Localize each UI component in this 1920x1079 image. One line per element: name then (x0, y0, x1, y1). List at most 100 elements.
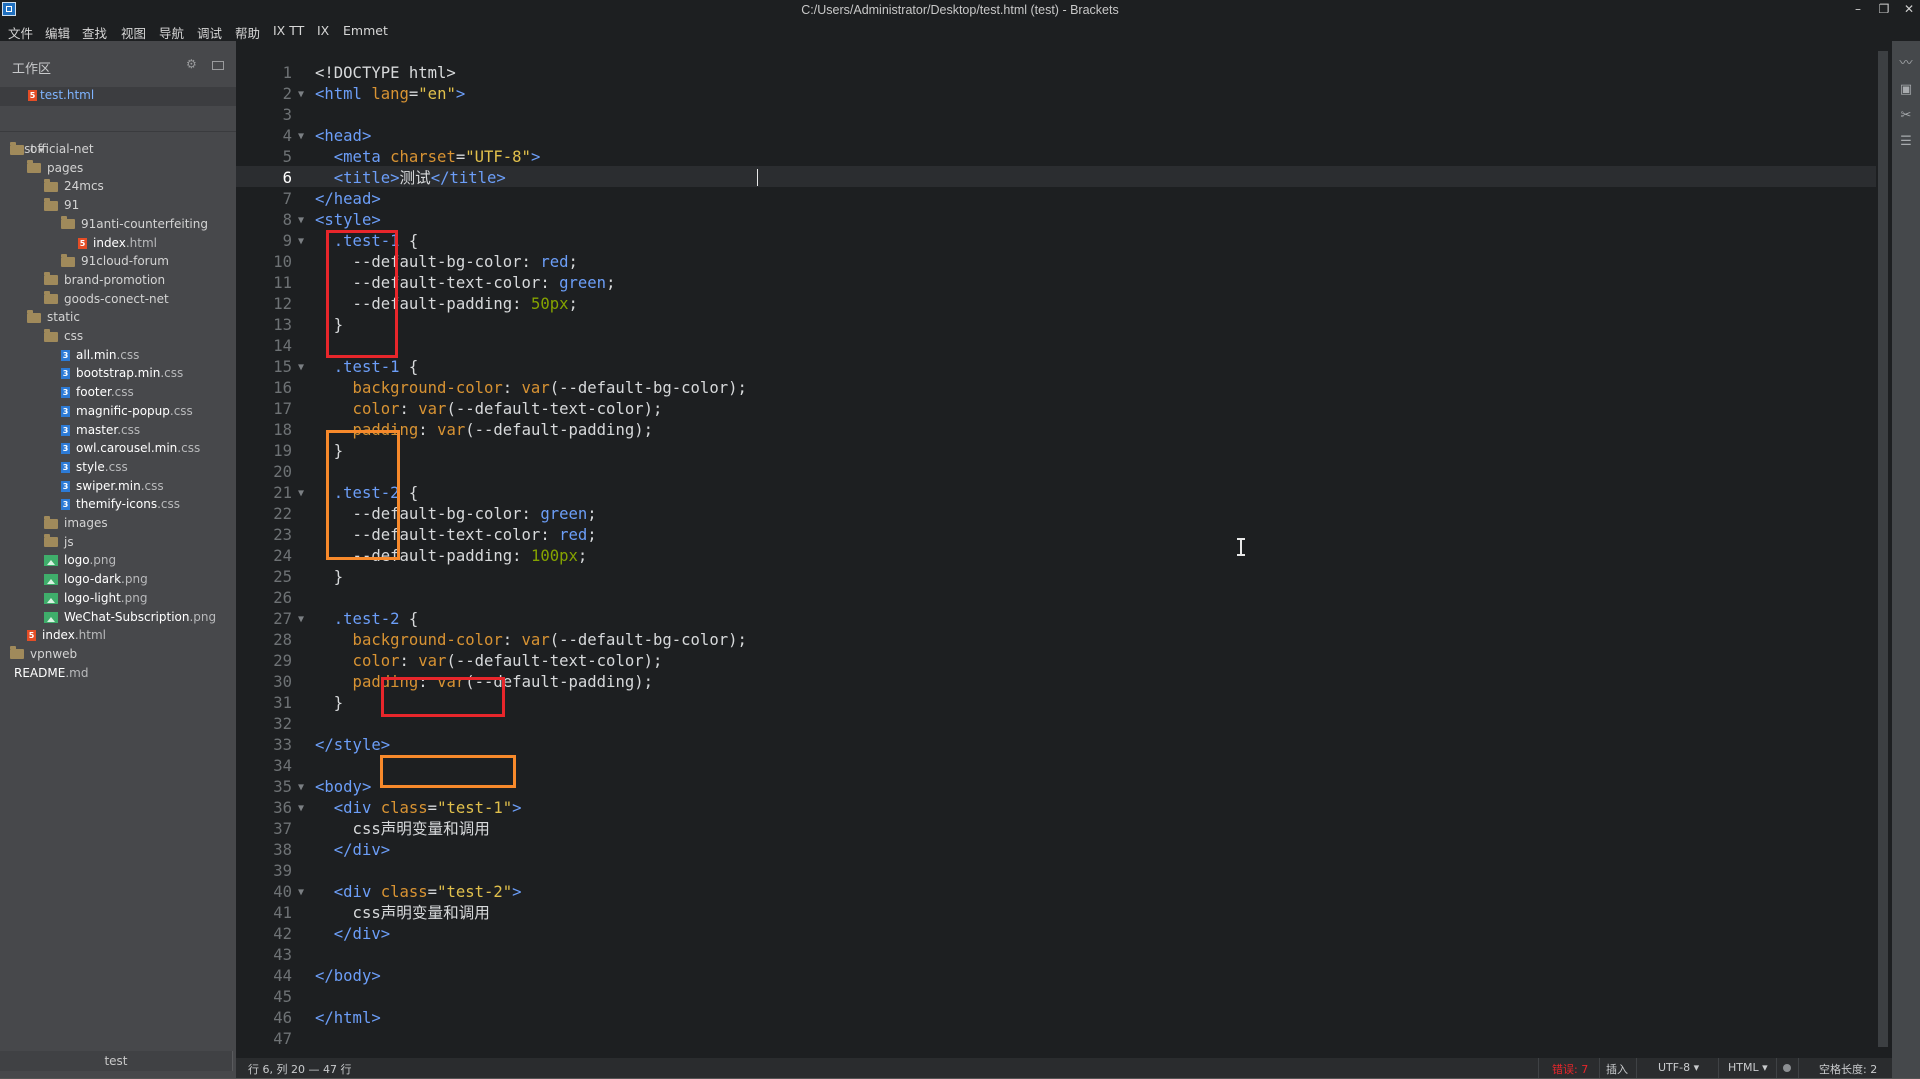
tree-file[interactable]: 3 magnific-popup.css (61, 404, 193, 422)
tree-file[interactable]: WeChat-Subscription.png (44, 610, 216, 628)
tree-file[interactable]: 3 master.css (61, 423, 140, 441)
tree-file[interactable]: 3 all.min.css (61, 348, 139, 366)
menu-edit[interactable]: 编辑 (45, 23, 70, 42)
menu-navigate[interactable]: 导航 (159, 23, 184, 42)
code-token: .test-1 (315, 358, 400, 376)
encoding-dropdown[interactable]: UTF-8 ▾ (1658, 1061, 1699, 1074)
code-token: <div (315, 883, 381, 901)
live-preview-icon[interactable]: 〰 (1898, 57, 1914, 71)
tree-folder[interactable]: pages (27, 160, 83, 179)
tree-folder[interactable]: vpnweb (10, 646, 77, 665)
fold-toggle-icon[interactable]: ▼ (298, 777, 304, 798)
tree-folder[interactable]: goods-conect-net (44, 291, 169, 310)
minimize-icon[interactable]: – (1848, 1, 1868, 17)
code-token: "test-2" (437, 883, 513, 901)
insert-mode[interactable]: 插入 (1606, 1061, 1628, 1077)
fold-toggle-icon[interactable]: ▼ (298, 84, 304, 105)
menu-ixtt[interactable]: IX TT (273, 23, 304, 38)
image-file-icon (44, 555, 58, 567)
fold-toggle-icon[interactable]: ▼ (298, 882, 304, 903)
line-number: 5 (282, 148, 292, 166)
fold-toggle-icon[interactable]: ▼ (298, 126, 304, 147)
tree-item-name: goods-conect-net (64, 291, 169, 306)
fold-toggle-icon[interactable]: ▼ (298, 210, 304, 231)
code-token: <div (315, 799, 381, 817)
tree-file[interactable]: 3 footer.css (61, 385, 134, 403)
scrollbar-thumb[interactable] (1878, 51, 1888, 1047)
folder-icon (61, 253, 75, 267)
tree-file[interactable]: logo-light.png (44, 591, 147, 609)
menu-file[interactable]: 文件 (8, 23, 33, 42)
tree-folder[interactable]: js (44, 534, 74, 553)
tree-folder[interactable]: 91cloud-forum (61, 253, 169, 272)
tree-file[interactable]: 3 themify-icons.css (61, 497, 180, 515)
code-token: var (418, 400, 447, 418)
tree-file[interactable]: 3 bootstrap.min.css (61, 366, 183, 384)
split-view-icon[interactable] (212, 61, 224, 70)
code-editor[interactable]: 1 <!DOCTYPE html> 2 ▼ <html lang="en"> 3 4 ▼ <he… (236, 41, 1876, 1058)
tree-file[interactable]: logo.png (44, 553, 116, 571)
menu-view[interactable]: 视图 (121, 23, 146, 42)
folder-icon (44, 197, 58, 211)
tree-folder[interactable]: 24mcs (44, 178, 104, 197)
menu-help[interactable]: 帮助 (235, 23, 260, 42)
tools-icon[interactable]: ✂ (1898, 109, 1914, 123)
line-number: 15 (273, 358, 292, 376)
language-dropdown[interactable]: HTML ▾ (1728, 1061, 1768, 1074)
code-token: : (540, 274, 560, 292)
menu-debug[interactable]: 调试 (197, 23, 222, 42)
tree-item-name: owl.carousel.min (76, 441, 178, 456)
tree-folder[interactable]: css (44, 328, 83, 347)
menu-emmet[interactable]: Emmet (343, 23, 388, 38)
tree-file[interactable]: 5 index.html (27, 628, 106, 646)
outline-icon[interactable]: ☰ (1898, 135, 1914, 149)
code-token: green (540, 505, 588, 523)
code-text: </style> (315, 735, 390, 756)
tree-file[interactable]: 3 swiper.min.css (61, 479, 164, 497)
vertical-scrollbar[interactable] (1876, 41, 1892, 1058)
folder-icon (27, 160, 41, 174)
cursor-position: 行 6, 列 20 — 47 行 (248, 1063, 352, 1076)
tree-folder[interactable]: 91anti-counterfeiting (61, 216, 208, 235)
line-number: 17 (273, 400, 292, 418)
close-icon[interactable]: ✕ (1899, 1, 1919, 17)
folder-icon (44, 291, 58, 305)
fold-toggle-icon[interactable]: ▼ (298, 231, 304, 252)
extension-manager-icon[interactable]: ▣ (1898, 83, 1914, 97)
menu-find[interactable]: 查找 (82, 23, 107, 42)
fold-toggle-icon[interactable]: ▼ (298, 798, 304, 819)
tree-item-name: 91 (64, 198, 80, 213)
line-number: 18 (273, 421, 292, 439)
tree-folder[interactable]: images (44, 515, 108, 534)
code-token: : (399, 400, 419, 418)
code-token: var (418, 652, 447, 670)
fold-toggle-icon[interactable]: ▼ (298, 609, 304, 630)
tree-file[interactable]: 3 owl.carousel.min.css (61, 441, 200, 459)
tree-folder[interactable]: brand-promotion (44, 272, 165, 291)
tree-file[interactable]: logo-dark.png (44, 572, 148, 590)
css-file-icon: 3 (61, 461, 70, 473)
tree-folder[interactable]: official-net (10, 141, 94, 160)
linter-status-icon[interactable] (1783, 1064, 1791, 1072)
window-title: C:/Users/Administrator/Desktop/test.html… (801, 3, 1119, 17)
tree-file[interactable]: README.md (10, 666, 88, 684)
gear-icon[interactable]: ⚙ (186, 57, 197, 71)
working-file-item[interactable]: 5 test.html (0, 87, 236, 106)
tree-folder[interactable]: 91 (44, 197, 80, 216)
working-file-label: 5 test.html (28, 88, 95, 102)
code-token: : (399, 652, 419, 670)
indent-setting[interactable]: 空格长度: 2 (1819, 1061, 1877, 1077)
tree-file[interactable]: 3 style.css (61, 460, 128, 478)
tree-item-extension: .css (169, 403, 193, 418)
menu-ix[interactable]: IX (317, 23, 329, 38)
line-number: 33 (273, 736, 292, 754)
fold-toggle-icon[interactable]: ▼ (298, 483, 304, 504)
fold-toggle-icon[interactable]: ▼ (298, 357, 304, 378)
error-count[interactable]: 错误: 7 (1552, 1061, 1588, 1077)
code-text: color: var(--default-text-color); (315, 651, 663, 672)
tree-folder[interactable]: static (27, 309, 80, 328)
folder-icon (44, 515, 58, 529)
maximize-icon[interactable]: ❐ (1874, 1, 1894, 17)
tree-file[interactable]: 5 index.html (78, 236, 157, 254)
line-number: 28 (273, 631, 292, 649)
